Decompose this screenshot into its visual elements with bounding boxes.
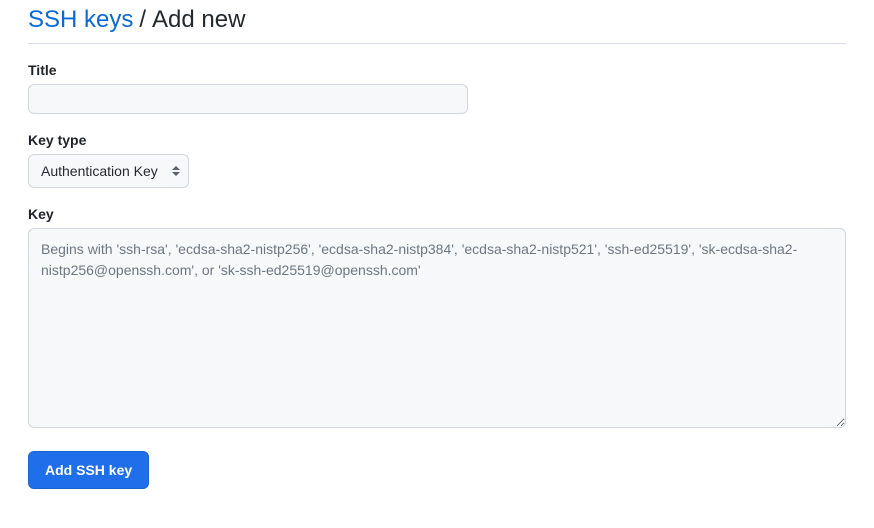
key-label: Key	[28, 206, 846, 222]
key-type-select[interactable]: Authentication Key	[28, 154, 189, 188]
key-type-label: Key type	[28, 132, 846, 148]
title-label: Title	[28, 62, 846, 78]
breadcrumb-separator: /	[139, 4, 146, 35]
breadcrumb-parent-link[interactable]: SSH keys	[28, 4, 133, 35]
title-input[interactable]	[28, 84, 468, 114]
add-ssh-key-button[interactable]: Add SSH key	[28, 451, 149, 489]
breadcrumb-current: Add new	[152, 4, 245, 35]
breadcrumb: SSH keys / Add new	[28, 4, 846, 44]
key-textarea[interactable]	[28, 228, 846, 428]
